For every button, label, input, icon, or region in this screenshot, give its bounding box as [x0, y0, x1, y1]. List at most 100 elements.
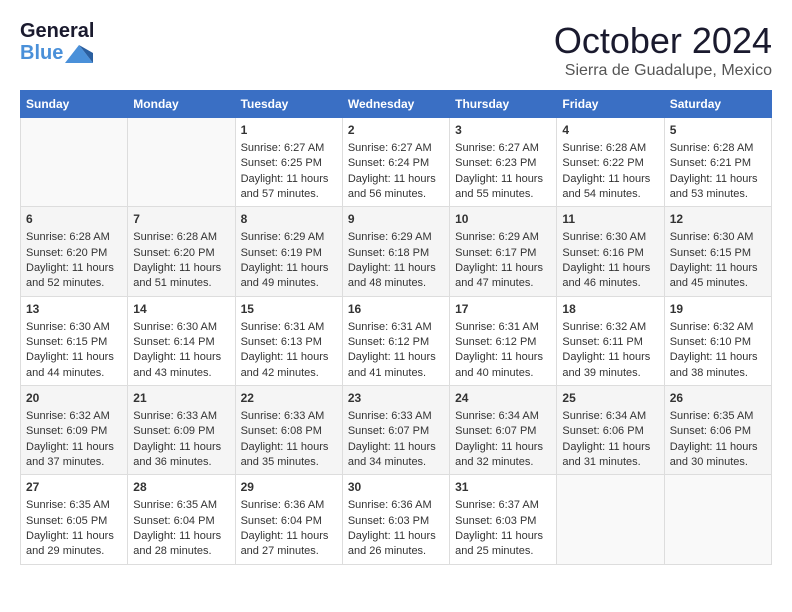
sunrise-text: Sunrise: 6:31 AM [455, 320, 551, 335]
day-number: 3 [455, 122, 551, 139]
day-number: 1 [241, 122, 337, 139]
daylight-text: Daylight: 11 hours and 32 minutes. [455, 440, 551, 471]
day-number: 4 [562, 122, 658, 139]
calendar-cell: 2Sunrise: 6:27 AMSunset: 6:24 PMDaylight… [342, 118, 449, 207]
sunrise-text: Sunrise: 6:28 AM [562, 141, 658, 156]
calendar-cell: 16Sunrise: 6:31 AMSunset: 6:12 PMDayligh… [342, 296, 449, 385]
day-number: 27 [26, 479, 122, 496]
sunrise-text: Sunrise: 6:27 AM [455, 141, 551, 156]
daylight-text: Daylight: 11 hours and 31 minutes. [562, 440, 658, 471]
sunset-text: Sunset: 6:04 PM [133, 514, 229, 529]
logo-general: General [20, 20, 94, 43]
sunset-text: Sunset: 6:17 PM [455, 246, 551, 261]
calendar-cell: 7Sunrise: 6:28 AMSunset: 6:20 PMDaylight… [128, 207, 235, 296]
daylight-text: Daylight: 11 hours and 55 minutes. [455, 172, 551, 203]
day-number: 18 [562, 301, 658, 318]
daylight-text: Daylight: 11 hours and 30 minutes. [670, 440, 766, 471]
sunrise-text: Sunrise: 6:28 AM [133, 230, 229, 245]
day-number: 6 [26, 211, 122, 228]
daylight-text: Daylight: 11 hours and 44 minutes. [26, 350, 122, 381]
daylight-text: Daylight: 11 hours and 43 minutes. [133, 350, 229, 381]
sunset-text: Sunset: 6:20 PM [26, 246, 122, 261]
calendar-cell: 9Sunrise: 6:29 AMSunset: 6:18 PMDaylight… [342, 207, 449, 296]
day-number: 11 [562, 211, 658, 228]
daylight-text: Daylight: 11 hours and 49 minutes. [241, 261, 337, 292]
calendar-cell: 27 Sunrise: 6:35 AMSunset: 6:05 PMDayligh… [21, 475, 128, 564]
day-number: 12 [670, 211, 766, 228]
month-title: October 2024 [554, 20, 772, 62]
daylight-text: Daylight: 11 hours and 48 minutes. [348, 261, 444, 292]
daylight-text: Daylight: 11 hours and 40 minutes. [455, 350, 551, 381]
calendar-cell: 8Sunrise: 6:29 AMSunset: 6:19 PMDaylight… [235, 207, 342, 296]
calendar-cell: 10Sunrise: 6:29 AMSunset: 6:17 PMDayligh… [450, 207, 557, 296]
sunset-text: Sunset: 6:15 PM [26, 335, 122, 350]
daylight-text: Daylight: 11 hours and 37 minutes. [26, 440, 122, 471]
logo: General Blue [20, 20, 66, 58]
calendar-cell: 22 Sunrise: 6:33 AMSunset: 6:08 PMDayligh… [235, 386, 342, 475]
day-number: 15 [241, 301, 337, 318]
header-wednesday: Wednesday [342, 91, 449, 118]
daylight-text: Daylight: 11 hours and 53 minutes. [670, 172, 766, 203]
day-number: 22 [241, 390, 337, 407]
sunrise-text: Sunrise: 6:35 AM [26, 498, 122, 513]
sunset-text: Sunset: 6:12 PM [348, 335, 444, 350]
header-thursday: Thursday [450, 91, 557, 118]
daylight-text: Daylight: 11 hours and 47 minutes. [455, 261, 551, 292]
calendar-cell: 20Sunrise: 6:32 AMSunset: 6:09 PMDayligh… [21, 386, 128, 475]
day-number: 19 [670, 301, 766, 318]
day-number: 16 [348, 301, 444, 318]
day-number: 8 [241, 211, 337, 228]
daylight-text: Daylight: 11 hours and 27 minutes. [241, 529, 337, 560]
sunset-text: Sunset: 6:09 PM [26, 424, 122, 439]
location-title: Sierra de Guadalupe, Mexico [554, 62, 772, 80]
day-number: 2 [348, 122, 444, 139]
sunset-text: Sunset: 6:08 PM [241, 424, 337, 439]
sunset-text: Sunset: 6:14 PM [133, 335, 229, 350]
week-row-2: 6 Sunrise: 6:28 AM Sunset: 6:20 PM Daylight… [21, 207, 772, 296]
sunrise-text: Sunrise: 6:30 AM [26, 320, 122, 335]
day-number: 17 [455, 301, 551, 318]
calendar-cell: 1Sunrise: 6:27 AMSunset: 6:25 PMDaylight… [235, 118, 342, 207]
calendar-cell: 18Sunrise: 6:32 AMSunset: 6:11 PMDayligh… [557, 296, 664, 385]
sunset-text: Sunset: 6:04 PM [241, 514, 337, 529]
calendar-cell: 29Sunrise: 6:36 AMSunset: 6:04 PMDayligh… [235, 475, 342, 564]
sunrise-text: Sunrise: 6:36 AM [241, 498, 337, 513]
sunset-text: Sunset: 6:10 PM [670, 335, 766, 350]
daylight-text: Daylight: 11 hours and 54 minutes. [562, 172, 658, 203]
daylight-text: Daylight: 11 hours and 26 minutes. [348, 529, 444, 560]
daylight-text: Daylight: 11 hours and 42 minutes. [241, 350, 337, 381]
day-number: 14 [133, 301, 229, 318]
sunrise-text: Sunrise: 6:32 AM [562, 320, 658, 335]
sunset-text: Sunset: 6:16 PM [562, 246, 658, 261]
calendar-cell: 4Sunrise: 6:28 AMSunset: 6:22 PMDaylight… [557, 118, 664, 207]
day-number: 25 [562, 390, 658, 407]
day-number: 26 [670, 390, 766, 407]
calendar-cell [128, 118, 235, 207]
sunrise-text: Sunrise: 6:29 AM [455, 230, 551, 245]
daylight-text: Daylight: 11 hours and 35 minutes. [241, 440, 337, 471]
week-row-4: 20Sunrise: 6:32 AMSunset: 6:09 PMDayligh… [21, 386, 772, 475]
sunset-text: Sunset: 6:05 PM [26, 514, 122, 529]
page-header: General Blue October 2024 Sierra de Guad… [20, 20, 772, 80]
week-row-1: 1Sunrise: 6:27 AMSunset: 6:25 PMDaylight… [21, 118, 772, 207]
sunset-text: Sunset: 6:23 PM [455, 156, 551, 171]
daylight-text: Daylight: 11 hours and 29 minutes. [26, 529, 122, 560]
header-friday: Friday [557, 91, 664, 118]
calendar-cell: 17Sunrise: 6:31 AMSunset: 6:12 PMDayligh… [450, 296, 557, 385]
calendar-cell: 3 Sunrise: 6:27 AMSunset: 6:23 PMDaylight… [450, 118, 557, 207]
sunrise-text: Sunrise: 6:30 AM [562, 230, 658, 245]
sunrise-text: Sunrise: 6:29 AM [241, 230, 337, 245]
calendar-header-row: Sunday Monday Tuesday Wednesday Thursday… [21, 91, 772, 118]
calendar-cell: 30Sunrise: 6:36 AMSunset: 6:03 PMDayligh… [342, 475, 449, 564]
daylight-text: Daylight: 11 hours and 34 minutes. [348, 440, 444, 471]
sunset-text: Sunset: 6:07 PM [455, 424, 551, 439]
sunset-text: Sunset: 6:06 PM [562, 424, 658, 439]
day-number: 20 [26, 390, 122, 407]
sunrise-text: Sunrise: 6:34 AM [562, 409, 658, 424]
sunrise-text: Sunrise: 6:36 AM [348, 498, 444, 513]
sunset-text: Sunset: 6:03 PM [455, 514, 551, 529]
sunrise-text: Sunrise: 6:33 AM [241, 409, 337, 424]
day-number: 31 [455, 479, 551, 496]
calendar-cell: 25 Sunrise: 6:34 AMSunset: 6:06 PMDayligh… [557, 386, 664, 475]
sunrise-text: Sunrise: 6:27 AM [348, 141, 444, 156]
